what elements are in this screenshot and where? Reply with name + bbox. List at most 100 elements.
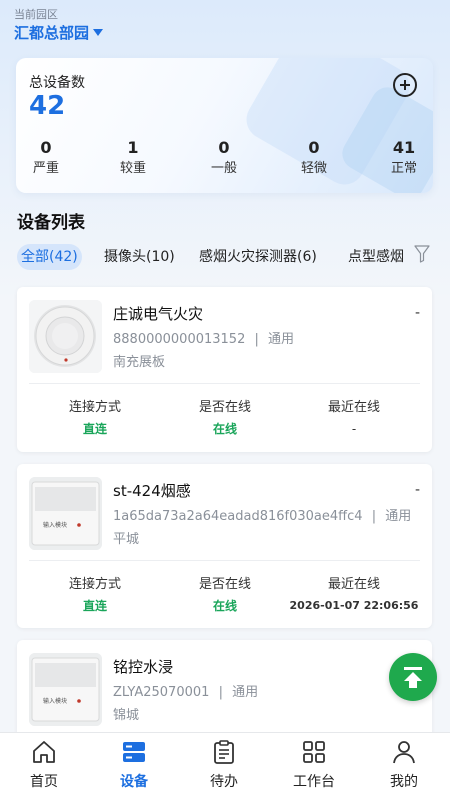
device-thumbnail <box>29 300 102 373</box>
nav-label: 待办 <box>210 774 238 790</box>
device-name: 庄诚电气火灾 <box>113 305 204 323</box>
device-type: 通用 <box>232 685 259 700</box>
device-card[interactable]: 输入模块 铭控水浸 ZLYA25070001 | 通用 锦城 <box>17 640 432 740</box>
summary-title: 总设备数 <box>29 75 85 91</box>
device-code: ZLYA25070001 <box>113 685 210 700</box>
meta-separator: | <box>371 509 377 524</box>
stat-label: 较重 <box>119 161 146 176</box>
online-value: 在线 <box>212 599 237 613</box>
last-online-label: 最近在线 <box>327 577 380 592</box>
stat-major[interactable]: 1 较重 <box>103 138 163 180</box>
device-meta: ZLYA25070001 | 通用 <box>113 681 258 700</box>
device-thumbnail: 输入模块 <box>29 653 102 726</box>
last-online-info: 最近在线 2026-01-07 22:06:56 <box>284 576 424 618</box>
device-thumbnail: 输入模块 <box>29 477 102 550</box>
connection-info: 连接方式 直连 <box>25 576 165 618</box>
smoke-detector-image <box>29 300 102 373</box>
nav-label: 设备 <box>120 774 148 790</box>
device-location: 锦城 <box>113 708 140 723</box>
device-type: 通用 <box>268 332 295 347</box>
park-name: 汇都总部园 <box>14 24 90 42</box>
bottom-navigation: 首页 设备 待办 工作台 我的 <box>0 732 450 800</box>
connection-label: 连接方式 <box>68 577 121 592</box>
summary-total: 42 <box>29 91 66 121</box>
arrow-up-to-top-icon <box>404 667 422 688</box>
user-icon <box>393 741 415 764</box>
grid-icon <box>303 741 325 763</box>
stat-general[interactable]: 0 一般 <box>194 138 254 180</box>
nav-item-mine[interactable]: 我的 <box>369 739 439 797</box>
device-card[interactable]: 庄诚电气火灾 - 8880000000013152 | 通用 南充展板 连接方式… <box>17 287 432 452</box>
tab-point-smoke[interactable]: 点型感烟 <box>348 244 404 270</box>
scroll-to-top-button[interactable] <box>389 653 437 701</box>
stat-value: 0 <box>308 138 320 157</box>
module-label: 输入模块 <box>43 522 68 529</box>
stat-value: 0 <box>218 138 230 157</box>
device-list-title: 设备列表 <box>17 213 85 233</box>
last-online-label: 最近在线 <box>327 400 380 415</box>
nav-label: 首页 <box>30 774 58 790</box>
nav-item-devices[interactable]: 设备 <box>99 739 169 797</box>
device-meta: 1a65da73a2a64eadad816f030ae4ffc4 | 通用 <box>113 505 411 524</box>
device-card[interactable]: 输入模块 st-424烟感 - 1a65da73a2a64eadad816f03… <box>17 464 432 628</box>
online-info: 是否在线 在线 <box>155 399 295 441</box>
device-status-dash: - <box>414 482 420 498</box>
online-label: 是否在线 <box>198 577 251 592</box>
nav-item-todo[interactable]: 待办 <box>189 739 259 797</box>
last-online-value: 2026-01-07 22:06:56 <box>289 599 419 612</box>
device-meta: 8880000000013152 | 通用 <box>113 328 294 347</box>
meta-separator: | <box>254 332 259 347</box>
nav-label: 工作台 <box>293 774 335 790</box>
stat-value: 41 <box>392 138 416 157</box>
category-tabs: 全部(42) 摄像头(10) 感烟火灾探测器(6) 点型感烟 <box>17 244 417 270</box>
nav-item-workbench[interactable]: 工作台 <box>279 739 349 797</box>
device-status-dash: - <box>414 305 420 321</box>
stat-label: 严重 <box>32 161 59 176</box>
last-online-info: 最近在线 - <box>284 399 424 441</box>
device-icon <box>123 742 145 762</box>
device-location: 南充展板 <box>113 355 166 370</box>
stat-label: 正常 <box>390 161 417 176</box>
clipboard-icon <box>214 740 234 764</box>
nav-item-home[interactable]: 首页 <box>9 739 79 797</box>
stat-minor[interactable]: 0 轻微 <box>284 138 344 180</box>
connection-value: 直连 <box>82 599 107 613</box>
device-code: 1a65da73a2a64eadad816f030ae4ffc4 <box>113 509 363 524</box>
device-summary-card: 总设备数 42 0 严重 1 较重 0 一般 0 轻微 41 正常 <box>16 58 433 193</box>
stat-label: 一般 <box>210 161 237 176</box>
module-label: 输入模块 <box>43 698 68 705</box>
device-name: st-424烟感 <box>113 482 191 500</box>
connection-label: 连接方式 <box>68 400 121 415</box>
park-selector[interactable]: 汇都总部园 <box>14 22 104 43</box>
device-type: 通用 <box>385 509 412 524</box>
home-icon <box>33 741 55 763</box>
meta-separator: | <box>218 685 223 700</box>
divider <box>29 560 420 561</box>
stat-value: 0 <box>40 138 52 157</box>
tab-smoke-detector[interactable]: 感烟火灾探测器(6) <box>199 244 317 270</box>
park-label: 当前园区 <box>14 8 58 21</box>
tab-all[interactable]: 全部(42) <box>17 244 82 270</box>
device-name: 铭控水浸 <box>113 658 174 676</box>
device-code: 8880000000013152 <box>113 332 246 347</box>
nav-label: 我的 <box>390 774 418 790</box>
input-module-image <box>29 653 102 726</box>
stat-label: 轻微 <box>300 161 327 176</box>
online-value: 在线 <box>212 422 237 436</box>
online-label: 是否在线 <box>198 400 251 415</box>
add-device-button[interactable] <box>393 73 417 97</box>
divider <box>29 383 420 384</box>
severity-stats: 0 严重 1 较重 0 一般 0 轻微 41 正常 <box>16 138 433 182</box>
stat-severe[interactable]: 0 严重 <box>16 138 76 180</box>
device-location: 平城 <box>113 532 140 547</box>
caret-down-icon <box>93 29 104 36</box>
last-online-value: - <box>351 422 357 436</box>
filter-icon[interactable] <box>414 245 430 263</box>
connection-value: 直连 <box>82 422 107 436</box>
connection-info: 连接方式 直连 <box>25 399 165 441</box>
tab-camera[interactable]: 摄像头(10) <box>104 244 175 270</box>
input-module-image <box>29 477 102 550</box>
online-info: 是否在线 在线 <box>155 576 295 618</box>
stat-value: 1 <box>127 138 139 157</box>
stat-normal[interactable]: 41 正常 <box>374 138 433 180</box>
